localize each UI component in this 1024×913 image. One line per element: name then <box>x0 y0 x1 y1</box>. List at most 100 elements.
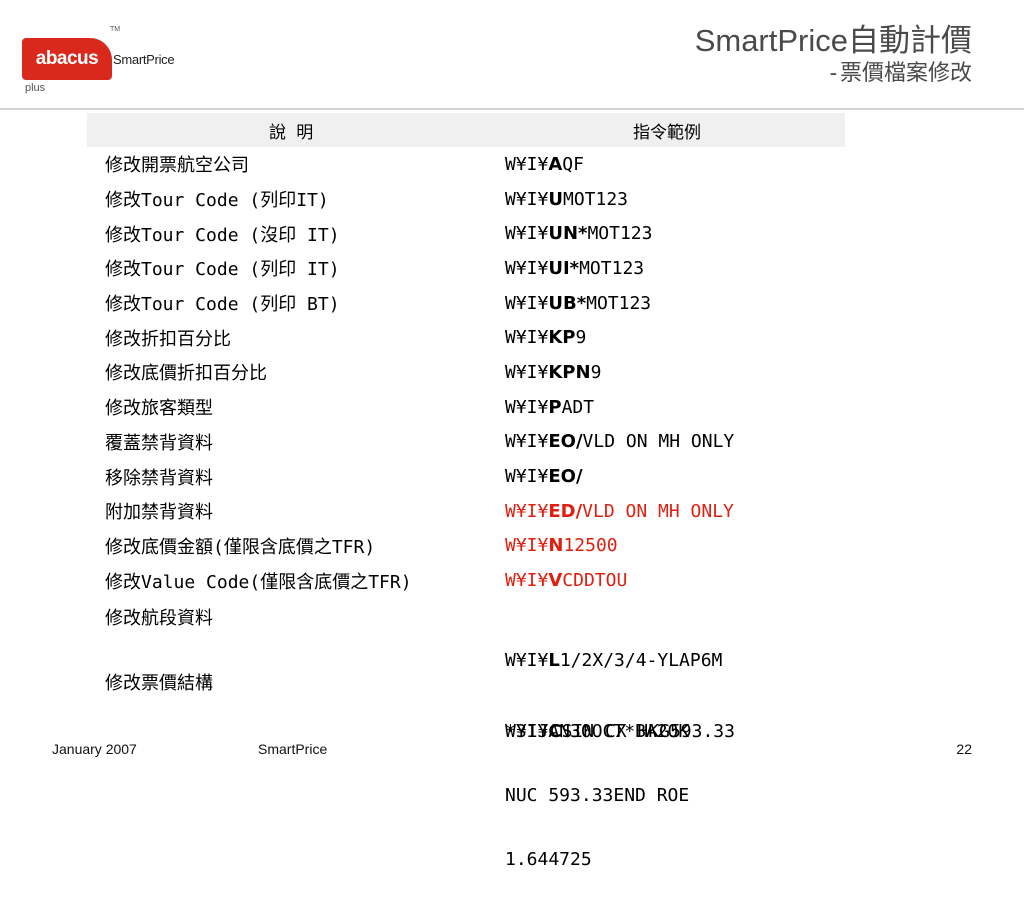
table-row: 修改折扣百分比 W¥I¥KP9 <box>87 320 845 355</box>
command-argument: 9 <box>575 327 587 349</box>
table-row: 覆蓋禁背資料 W¥I¥EO/VLD ON MH ONLY <box>87 425 845 460</box>
header-divider <box>0 108 1024 110</box>
footer-date: January 2007 <box>52 741 137 757</box>
logo-trademark: TM <box>110 26 121 33</box>
row-command: W¥I¥AQF <box>505 154 845 175</box>
command-prefix: W¥I¥ <box>505 431 549 453</box>
row-description: 修改Tour Code (列印IT) <box>105 190 329 212</box>
table-row: 修改Tour Code (沒印 IT) W¥I¥UN*MOT123 <box>87 216 845 251</box>
command-argument: 9 <box>590 361 602 383</box>
row-description: 覆蓋禁背資料 <box>105 432 213 454</box>
table-row-segment: 修改航段資料 W¥I¥L1/2X/3/4-YLAP6M *31JAN30OCT*… <box>87 598 845 742</box>
table-header: 說 明 指令範例 <box>87 113 845 147</box>
row-description: 修改開票航空公司 <box>105 155 249 177</box>
row-command: W¥I¥VCDDTOU <box>505 570 845 591</box>
table-row: 修改旅客類型 W¥I¥PADT <box>87 390 845 425</box>
command-argument: MOT123 <box>587 223 653 245</box>
row-description: 附加禁背資料 <box>105 502 213 524</box>
command-prefix: W¥I¥ <box>505 535 549 557</box>
row-description: 修改航段資料 <box>105 607 213 629</box>
command-keyword: EO/ <box>548 431 583 453</box>
row-description: 修改底價金額(僅限含底價之TFR) <box>105 536 376 558</box>
table-body: 修改開票航空公司 W¥I¥AQF 修改Tour Code (列印IT) W¥I¥UMO… <box>87 147 845 598</box>
command-keyword: EO/ <box>548 466 583 488</box>
page-number: 22 <box>956 741 972 757</box>
command-keyword: UI* <box>548 257 580 279</box>
command-argument-line3: 1.644725 <box>505 848 592 870</box>
command-argument-line2: NUC 593.33END ROE <box>505 784 690 806</box>
command-argument: QF <box>562 153 584 175</box>
command-prefix: W¥I¥ <box>505 153 549 175</box>
abacus-logo-badge: abacus <box>22 38 112 80</box>
row-description: 修改Tour Code (列印 IT) <box>105 259 340 281</box>
table-row: 修改Tour Code (列印IT) W¥I¥UMOT123 <box>87 182 845 217</box>
command-prefix: W¥I¥ <box>505 720 549 742</box>
command-prefix: W¥I¥ <box>505 570 549 592</box>
row-command: W¥I¥UB*MOT123 <box>505 293 845 314</box>
row-description: 移除禁背資料 <box>105 467 213 489</box>
row-description: 修改底價折扣百分比 <box>105 363 267 385</box>
command-argument: MOT123 <box>586 292 652 314</box>
header-description: 說 明 <box>269 122 314 143</box>
table-row: 修改Tour Code (列印 IT) W¥I¥UI*MOT123 <box>87 251 845 286</box>
command-keyword: UB* <box>548 292 587 314</box>
logo-plus-text: plus <box>25 82 46 94</box>
command-keyword: KP <box>548 327 576 349</box>
command-keyword: UN* <box>548 223 588 245</box>
command-keyword: C <box>548 720 562 742</box>
row-description: 修改Value Code(僅限含底價之TFR) <box>105 571 412 593</box>
command-prefix: W¥I¥ <box>505 361 549 383</box>
command-keyword: P <box>548 396 562 418</box>
row-command: W¥I¥KPN9 <box>505 362 845 383</box>
row-command: W¥I¥ED/VLD ON MH ONLY <box>505 501 845 522</box>
footer-brand: SmartPrice <box>258 741 328 757</box>
header-command-example: 指令範例 <box>633 122 701 143</box>
slide-title-sub: -票價檔案修改 <box>826 61 972 86</box>
row-description: 修改旅客類型 <box>105 398 213 420</box>
command-keyword: U <box>548 188 563 210</box>
command-argument: MOT123 <box>579 257 645 279</box>
command-prefix: W¥I¥ <box>505 257 549 279</box>
row-command: W¥I¥KP9 <box>505 327 845 348</box>
row-description: 修改票價結構 <box>105 672 213 694</box>
row-command: W¥I¥CSIN CX HKG593.33 NUC 593.33END ROE … <box>505 663 845 913</box>
command-keyword: KPN <box>548 361 591 383</box>
table-row: 修改Value Code(僅限含底價之TFR) W¥I¥VCDDTOU <box>87 563 845 598</box>
table-row: 修改底價折扣百分比 W¥I¥KPN9 <box>87 355 845 390</box>
command-prefix: W¥I¥ <box>505 292 549 314</box>
command-keyword: A <box>548 153 563 175</box>
table-row: 修改Tour Code (列印 BT) W¥I¥UB*MOT123 <box>87 286 845 321</box>
command-argument: ADT <box>561 396 595 418</box>
table-row: 修改底價金額(僅限含底價之TFR) W¥I¥N12500 <box>87 529 845 564</box>
command-argument: CDDTOU <box>562 570 628 592</box>
abacus-smartprice-logo: abacus TM SmartPrice plus <box>18 20 188 95</box>
table-row: 修改開票航空公司 W¥I¥AQF <box>87 147 845 182</box>
command-keyword: ED/ <box>548 500 583 522</box>
row-description: 修改Tour Code (列印 BT) <box>105 294 340 316</box>
row-command: W¥I¥UMOT123 <box>505 189 845 210</box>
command-argument: MOT123 <box>562 188 629 210</box>
row-command: W¥I¥EO/VLD ON MH ONLY <box>505 431 845 452</box>
slide-title: SmartPrice自動計價 -票價檔案修改 <box>695 22 972 88</box>
row-command: W¥I¥PADT <box>505 397 845 418</box>
command-keyword: N <box>548 535 564 557</box>
command-prefix: W¥I¥ <box>505 396 549 418</box>
logo-product-name: SmartPrice <box>113 52 175 67</box>
command-argument: 12500 <box>563 535 618 557</box>
row-command: W¥I¥N12500 <box>505 535 845 556</box>
command-argument: VLD ON MH ONLY <box>582 500 734 522</box>
command-prefix: W¥I¥ <box>505 327 549 349</box>
row-command: W¥I¥UI*MOT123 <box>505 258 845 279</box>
table-row: 附加禁背資料 W¥I¥ED/VLD ON MH ONLY <box>87 494 845 529</box>
table-row-fare: 修改票價結構 W¥I¥CSIN CX HKG593.33 NUC 593.33E… <box>87 663 845 913</box>
slide-title-main: SmartPrice自動計價 <box>694 23 972 58</box>
command-argument: SIN CX HKG593.33 <box>561 720 735 742</box>
command-keyword: V <box>548 570 563 592</box>
row-description: 修改折扣百分比 <box>105 328 231 350</box>
command-prefix: W¥I¥ <box>505 466 549 488</box>
command-prefix: W¥I¥ <box>505 188 549 210</box>
command-argument: VLD ON MH ONLY <box>582 431 735 453</box>
command-prefix: W¥I¥ <box>505 223 549 245</box>
row-command: W¥I¥UN*MOT123 <box>505 223 845 244</box>
row-command: W¥I¥EO/ <box>505 466 845 487</box>
